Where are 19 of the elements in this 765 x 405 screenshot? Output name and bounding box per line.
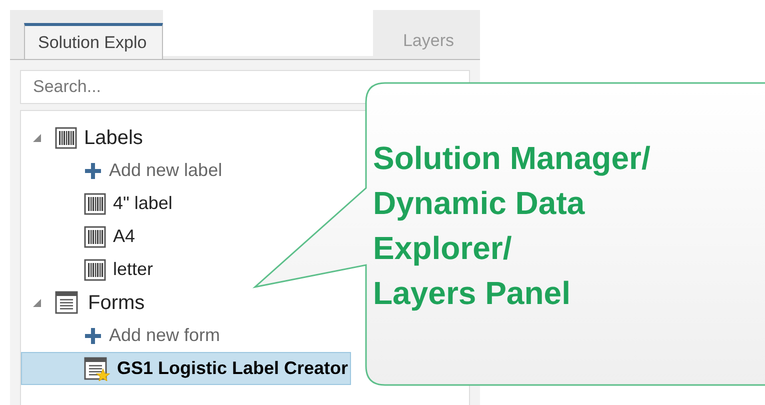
form-icon (55, 290, 81, 314)
expand-triangle-icon[interactable] (32, 298, 42, 308)
tree-item[interactable]: A4 (21, 220, 138, 253)
tree-item[interactable]: Add new form (21, 319, 224, 352)
callout-text: Solution Manager/ Dynamic Data Explorer/ Layers Panel (373, 139, 650, 313)
tree-item[interactable]: 4" label (21, 187, 176, 220)
tree-item[interactable]: Forms (21, 286, 148, 319)
plus-icon (84, 326, 102, 344)
tree-item[interactable]: Labels (21, 121, 146, 154)
barcode-icon (55, 126, 77, 148)
plus-icon (84, 162, 102, 180)
expand-triangle-icon[interactable] (32, 132, 42, 142)
tree-item[interactable]: GS1 Logistic Label Creator (21, 352, 352, 385)
panel-tab[interactable]: Solution Explo (24, 23, 163, 59)
tree-item[interactable]: Add new label (21, 154, 226, 187)
barcode-icon (84, 258, 106, 280)
tree-item[interactable]: letter (21, 253, 156, 286)
barcode-icon (84, 226, 106, 248)
barcode-icon (84, 192, 106, 214)
